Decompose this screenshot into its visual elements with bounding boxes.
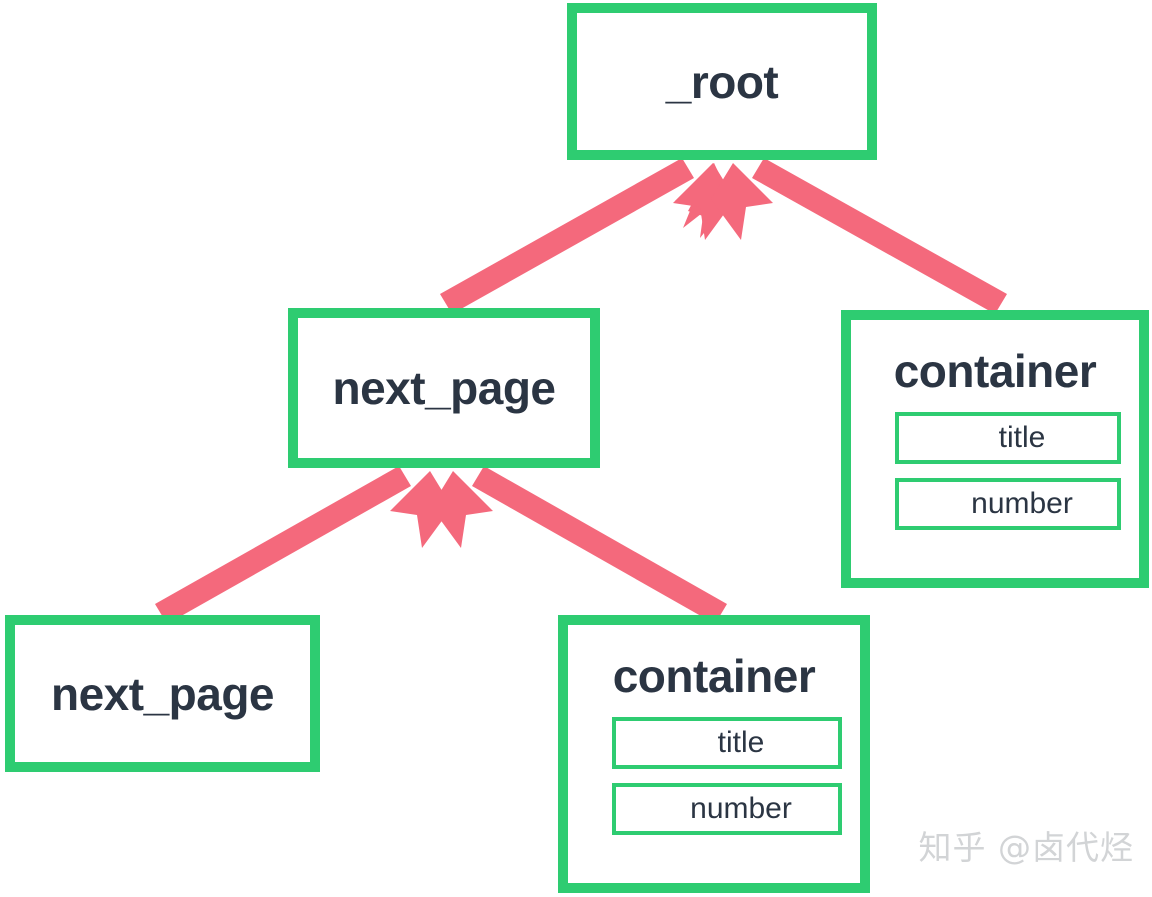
- field-title[interactable]: title: [612, 717, 842, 769]
- node-root[interactable]: _root: [567, 3, 877, 160]
- field-title-label: title: [717, 726, 765, 759]
- field-number-label: number: [971, 487, 1073, 520]
- node-container-bottom-fields: title number: [586, 717, 842, 835]
- node-container-bottom-label: container: [612, 650, 816, 702]
- field-title-label: title: [998, 421, 1046, 454]
- node-next-page-bottom[interactable]: next_page: [5, 615, 320, 772]
- field-number-label: number: [690, 792, 792, 825]
- diagram-canvas: _root next_page container title number n…: [0, 0, 1152, 897]
- node-next-page-bottom-label: next_page: [50, 667, 275, 720]
- node-next-page-mid-label: next_page: [332, 362, 556, 414]
- edge-container-right-to-root: [711, 158, 1007, 314]
- node-container-right-label: container: [893, 345, 1097, 397]
- edge-next-page-bottom-to-next-page-mid: [155, 466, 452, 624]
- node-next-page-mid[interactable]: next_page: [288, 308, 600, 468]
- watermark: 知乎 @卤代烃: [918, 828, 1134, 867]
- node-container-right[interactable]: container title number: [841, 310, 1149, 588]
- field-number[interactable]: number: [895, 478, 1121, 530]
- node-container-right-fields: title number: [869, 412, 1121, 530]
- field-number[interactable]: number: [612, 783, 842, 835]
- field-title[interactable]: title: [895, 412, 1121, 464]
- node-root-label: _root: [665, 55, 779, 108]
- edge-container-bottom-to-next-page-mid: [431, 466, 727, 624]
- node-container-bottom[interactable]: container title number: [558, 615, 870, 893]
- edge-next-page-mid-to-root: [440, 158, 735, 314]
